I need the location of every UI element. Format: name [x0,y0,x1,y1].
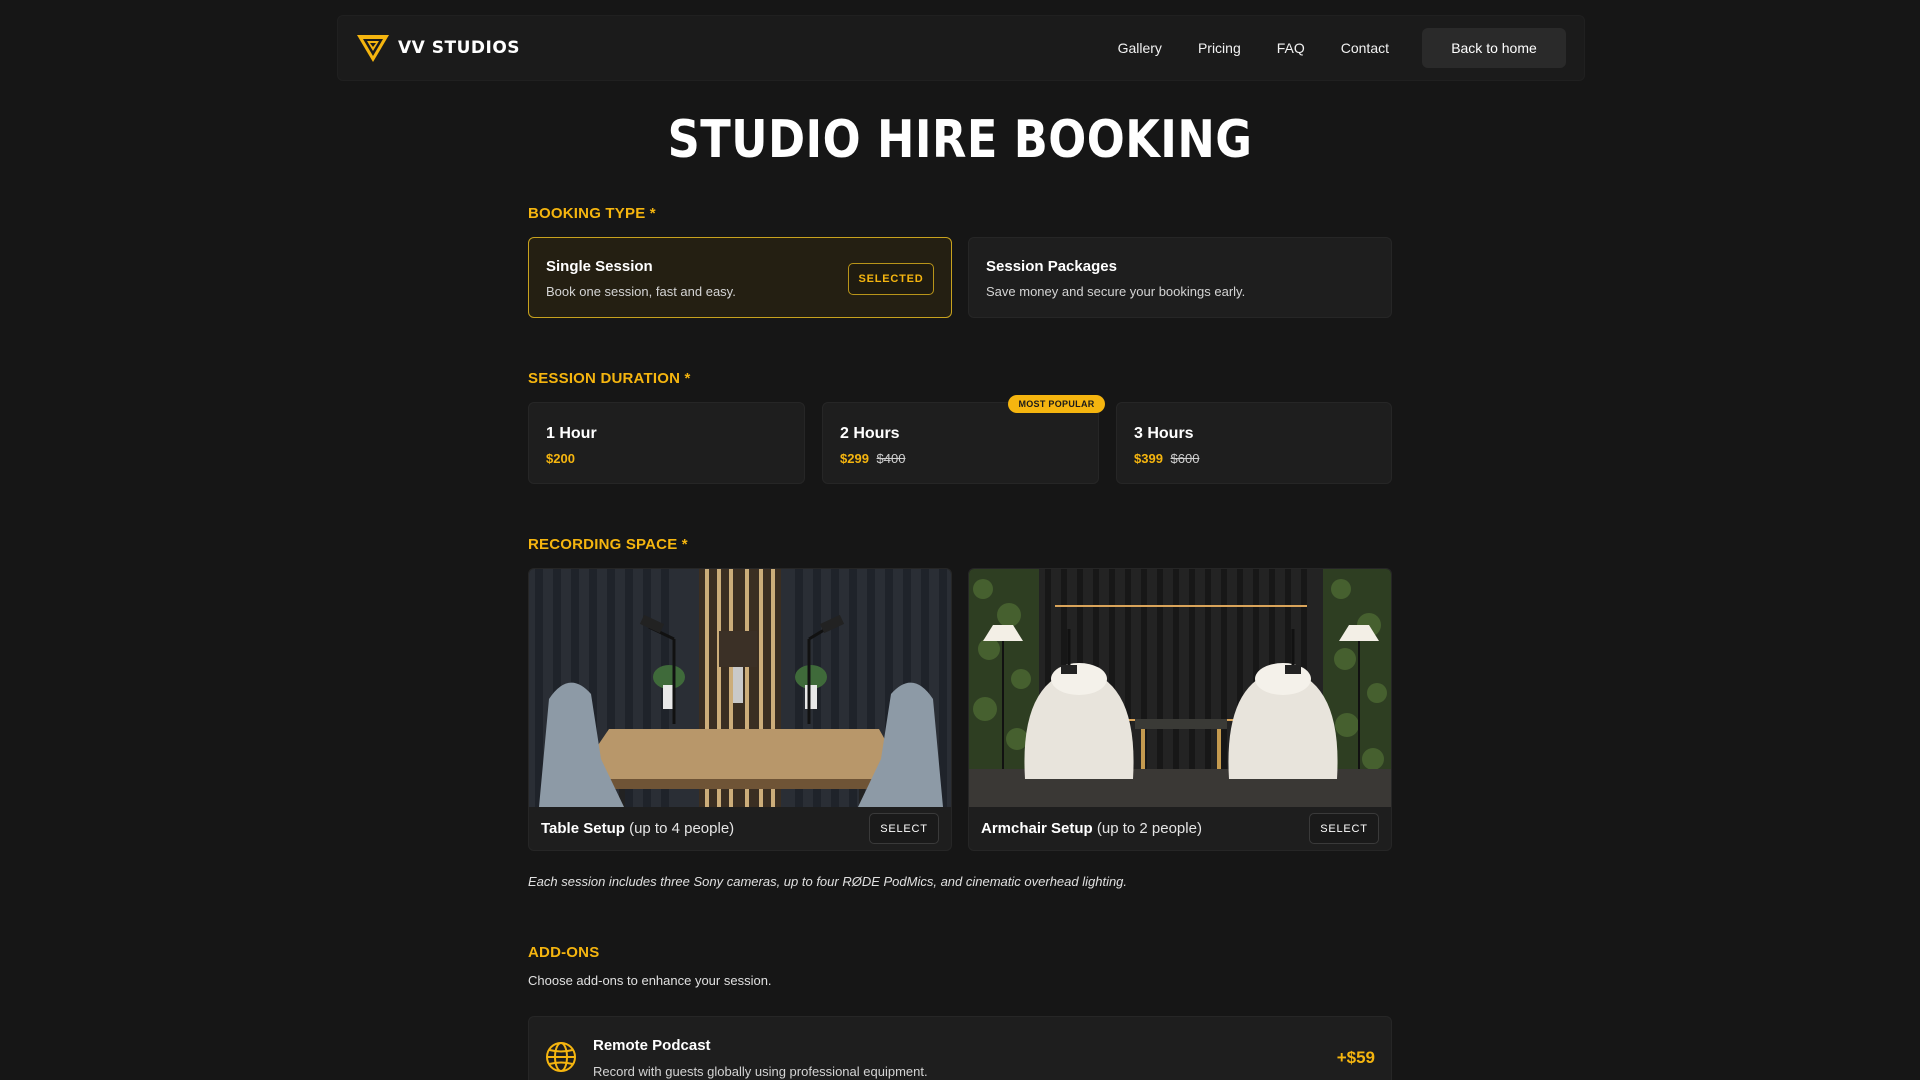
space-name: Armchair Setup [981,820,1093,837]
space-caption: Table Setup (up to 4 people) [541,820,734,837]
booking-option-description: Book one session, fast and easy. [546,284,736,299]
current-price: $399 [1134,451,1163,466]
nav-link-faq[interactable]: FAQ [1277,40,1305,56]
duration-price: $299 $400 [840,451,905,466]
addon-description: Record with guests globally using profes… [593,1064,928,1079]
globe-icon [546,1042,576,1072]
duration-price: $399 $600 [1134,451,1199,466]
session-includes-note: Each session includes three Sony cameras… [528,874,1128,889]
top-navbar: VV STUDIOS Gallery Pricing FAQ Contact B… [337,15,1585,81]
page-title: STUDIO HIRE BOOKING [667,110,1253,170]
duration-option-1-hour[interactable]: 1 Hour $200 [528,402,805,484]
select-table-setup-button[interactable]: SELECT [869,813,939,844]
addons-label: ADD-ONS [528,944,600,961]
booking-option-description: Save money and secure your bookings earl… [986,284,1246,299]
vv-logo-icon [357,35,389,62]
back-to-home-button[interactable]: Back to home [1422,28,1566,68]
duration-option-2-hours[interactable]: 2 Hours $299 $400 [822,402,1099,484]
addon-remote-podcast[interactable]: Remote Podcast Record with guests global… [528,1016,1392,1080]
addon-title: Remote Podcast [593,1037,711,1054]
table-setup-photo [529,569,951,807]
nav-links: Gallery Pricing FAQ Contact Back to home [1118,28,1566,68]
current-price: $200 [546,451,575,466]
brand-logo[interactable]: VV STUDIOS [356,33,520,63]
booking-option-title: Single Session [546,258,653,275]
space-caption: Armchair Setup (up to 2 people) [981,820,1202,837]
duration-option-3-hours[interactable]: 3 Hours $399 $600 [1116,402,1392,484]
booking-option-session-packages[interactable]: Session Packages Save money and secure y… [968,237,1392,318]
nav-link-gallery[interactable]: Gallery [1118,40,1162,56]
booking-option-single-session[interactable]: Single Session Book one session, fast an… [528,237,952,318]
duration-title: 1 Hour [546,425,597,442]
select-armchair-setup-button[interactable]: SELECT [1309,813,1379,844]
space-option-armchair-setup[interactable]: Armchair Setup (up to 2 people) SELECT [968,568,1392,851]
duration-title: 2 Hours [840,425,900,442]
addon-price: +$59 [1336,1048,1375,1067]
current-price: $299 [840,451,869,466]
space-capacity: (up to 4 people) [629,820,735,837]
booking-option-title: Session Packages [986,258,1117,275]
space-name: Table Setup [541,820,625,837]
nav-link-pricing[interactable]: Pricing [1198,40,1241,56]
armchair-setup-photo [969,569,1391,807]
original-price: $600 [1170,451,1200,466]
addons-subtitle: Choose add-ons to enhance your session. [528,973,772,988]
duration-price: $200 [546,451,575,466]
nav-link-contact[interactable]: Contact [1341,40,1389,56]
booking-type-label: BOOKING TYPE * [528,205,656,222]
space-capacity: (up to 2 people) [1096,820,1202,837]
duration-title: 3 Hours [1134,425,1194,442]
original-price: $400 [876,451,906,466]
recording-space-label: RECORDING SPACE * [528,536,688,553]
most-popular-badge: MOST POPULAR [1008,395,1105,413]
session-duration-label: SESSION DURATION * [528,370,691,387]
space-option-table-setup[interactable]: Table Setup (up to 4 people) SELECT [528,568,952,851]
selected-badge[interactable]: SELECTED [848,263,934,295]
brand-name: VV STUDIOS [398,38,521,58]
